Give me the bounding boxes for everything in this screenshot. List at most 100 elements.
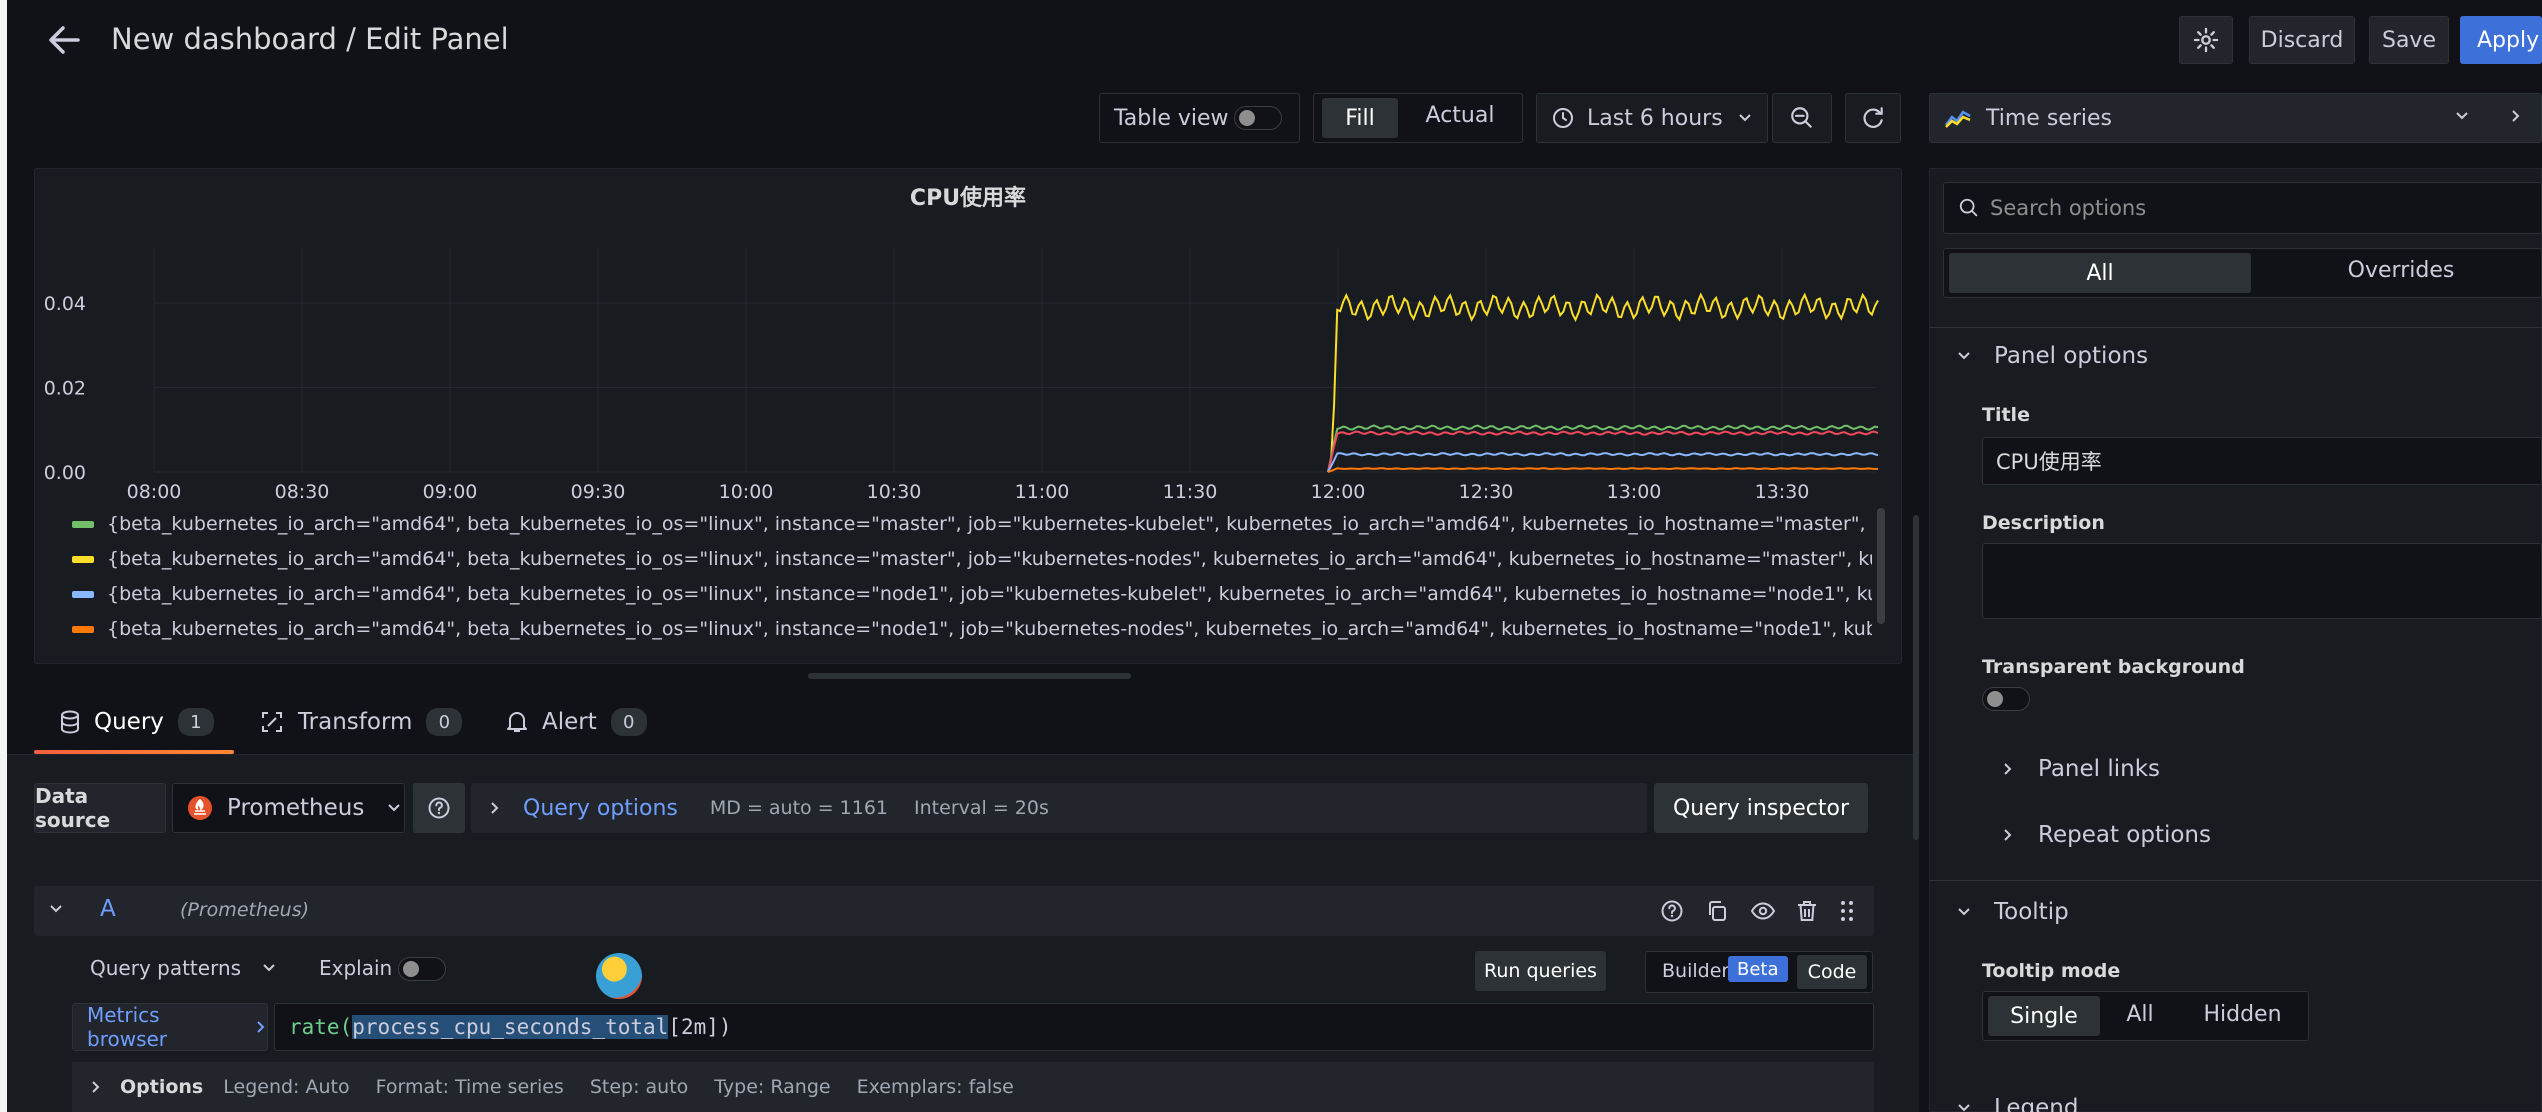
chevron-down-icon bbox=[1956, 906, 1972, 918]
builder-mode-button[interactable]: Builder bbox=[1662, 960, 1729, 982]
options-type: Type: Range bbox=[714, 1076, 831, 1098]
legend-label: {beta_kubernetes_io_arch="amd64", beta_k… bbox=[107, 548, 1872, 570]
code-mode-button[interactable]: Code bbox=[1797, 955, 1867, 989]
query-inspector-button[interactable]: Query inspector bbox=[1654, 783, 1868, 833]
chevron-right-icon bbox=[2002, 761, 2014, 777]
database-icon bbox=[60, 710, 80, 734]
y-tick-label: 0.04 bbox=[44, 293, 86, 315]
datasource-help-button[interactable] bbox=[413, 783, 465, 833]
explain-toggle[interactable] bbox=[398, 957, 446, 981]
legend-label: {beta_kubernetes_io_arch="amd64", beta_k… bbox=[107, 583, 1872, 605]
tooltip-single-button[interactable]: Single bbox=[1988, 996, 2100, 1036]
actual-button[interactable]: Actual bbox=[1410, 103, 1510, 133]
legend-item[interactable]: {beta_kubernetes_io_arch="amd64", beta_k… bbox=[72, 510, 1872, 538]
refresh-icon bbox=[1860, 105, 1886, 131]
chevron-down-icon bbox=[1956, 1102, 1972, 1112]
transparent-background-toggle[interactable] bbox=[1982, 687, 2030, 711]
legend-scrollbar[interactable] bbox=[1877, 508, 1885, 624]
chevron-right-icon[interactable] bbox=[2510, 108, 2522, 124]
settings-button[interactable] bbox=[2179, 16, 2233, 64]
tooltip-hidden-button[interactable]: Hidden bbox=[2185, 1002, 2300, 1027]
tab-transform-count: 0 bbox=[426, 708, 463, 736]
bell-icon bbox=[506, 710, 528, 734]
eye-icon[interactable] bbox=[1750, 899, 1776, 923]
query-ref-id[interactable]: A bbox=[100, 896, 116, 922]
legend-swatch bbox=[72, 520, 94, 528]
back-arrow-icon[interactable] bbox=[44, 20, 84, 60]
chevron-down-icon[interactable] bbox=[48, 903, 64, 915]
legend-item[interactable]: {beta_kubernetes_io_arch="amd64", beta_k… bbox=[72, 615, 1872, 643]
legend-item[interactable]: {beta_kubernetes_io_arch="amd64", beta_k… bbox=[72, 580, 1872, 608]
cursor-overlay-avatar bbox=[596, 953, 642, 999]
left-edge-strip bbox=[0, 0, 7, 1112]
title-input-value: CPU使用率 bbox=[1996, 450, 2102, 474]
trash-icon[interactable] bbox=[1796, 899, 1818, 923]
tab-transform[interactable]: Transform 0 bbox=[260, 708, 463, 736]
tab-alert-label: Alert bbox=[542, 709, 597, 735]
description-textarea[interactable] bbox=[1982, 543, 2542, 619]
tooltip-section[interactable]: Tooltip bbox=[1956, 899, 2069, 925]
tab-all[interactable]: All bbox=[1949, 253, 2251, 293]
time-range-picker[interactable]: Last 6 hours bbox=[1536, 93, 1768, 143]
chevron-down-icon bbox=[1956, 350, 1972, 362]
datasource-name: Prometheus bbox=[227, 795, 365, 821]
zoom-out-icon bbox=[1789, 105, 1815, 131]
repeat-options-label: Repeat options bbox=[2038, 822, 2211, 848]
y-tick-label: 0.02 bbox=[44, 377, 86, 399]
discard-button[interactable]: Discard bbox=[2249, 16, 2355, 64]
refresh-button[interactable] bbox=[1845, 93, 1901, 143]
save-button[interactable]: Save bbox=[2369, 16, 2449, 64]
tooltip-all-button[interactable]: All bbox=[2110, 1002, 2170, 1027]
series-line bbox=[1327, 430, 1879, 473]
legend-label: {beta_kubernetes_io_arch="amd64", beta_k… bbox=[107, 618, 1872, 640]
legend-item[interactable]: {beta_kubernetes_io_arch="amd64", beta_k… bbox=[72, 545, 1872, 573]
x-tick-label: 10:30 bbox=[867, 481, 922, 500]
apply-button[interactable]: Apply bbox=[2460, 16, 2542, 64]
expr-close: ) bbox=[718, 1015, 732, 1039]
panel-links-label: Panel links bbox=[2038, 756, 2161, 782]
time-series-icon bbox=[1944, 107, 1972, 129]
fill-button[interactable]: Fill bbox=[1322, 98, 1398, 138]
query-options-row[interactable]: Options Legend: Auto Format: Time series… bbox=[72, 1062, 1874, 1112]
datasource-label: Data source bbox=[34, 783, 166, 833]
zoom-out-button[interactable] bbox=[1772, 93, 1832, 143]
tab-query[interactable]: Query 1 bbox=[60, 708, 214, 736]
legend-section[interactable]: Legend bbox=[1956, 1095, 2079, 1112]
help-icon[interactable] bbox=[1660, 899, 1684, 923]
tab-overrides[interactable]: Overrides bbox=[2260, 258, 2542, 283]
repeat-options-section[interactable]: Repeat options bbox=[2002, 822, 2211, 848]
query-expression-input[interactable]: rate(process_cpu_seconds_total [2m]) bbox=[274, 1003, 1874, 1051]
help-icon bbox=[427, 796, 451, 820]
run-queries-button[interactable]: Run queries bbox=[1475, 951, 1606, 991]
tab-query-label: Query bbox=[94, 709, 164, 735]
tab-alert[interactable]: Alert 0 bbox=[506, 708, 647, 736]
series-line bbox=[1327, 292, 1879, 473]
panel-links-section[interactable]: Panel links bbox=[2002, 756, 2160, 782]
title-input[interactable]: CPU使用率 bbox=[1982, 437, 2542, 485]
query-options-bar[interactable]: Query options MD = auto = 1161 Interval … bbox=[471, 783, 1647, 833]
options-step: Step: auto bbox=[589, 1076, 689, 1098]
options-divider bbox=[1929, 327, 2542, 328]
tab-query-count: 1 bbox=[177, 708, 214, 736]
metrics-browser-button[interactable]: Metrics browser bbox=[72, 1003, 268, 1051]
chevron-down-icon bbox=[1737, 112, 1753, 124]
chevron-down-icon bbox=[261, 962, 277, 974]
metrics-browser-label: Metrics browser bbox=[87, 1003, 168, 1051]
legend-swatch bbox=[72, 590, 94, 598]
drag-handle-icon[interactable] bbox=[1838, 899, 1856, 923]
duplicate-icon[interactable] bbox=[1705, 899, 1729, 923]
options-exemplars: Exemplars: false bbox=[856, 1076, 1014, 1098]
transform-icon bbox=[260, 710, 284, 734]
title-field-label: Title bbox=[1982, 404, 2030, 426]
panel-options-section[interactable]: Panel options bbox=[1956, 343, 2148, 369]
legend-label: Legend bbox=[1994, 1095, 2079, 1112]
x-tick-label: 08:30 bbox=[275, 481, 330, 500]
datasource-picker[interactable]: Prometheus bbox=[172, 783, 405, 833]
pane-splitter[interactable] bbox=[1913, 515, 1919, 840]
panel-resize-handle[interactable] bbox=[808, 673, 1131, 679]
interval-text: Interval = 20s bbox=[914, 797, 1049, 819]
visualization-picker[interactable]: Time series bbox=[1929, 93, 2542, 143]
query-patterns-dropdown[interactable]: Query patterns bbox=[90, 956, 277, 980]
search-options-input[interactable]: Search options bbox=[1943, 182, 2542, 234]
table-view-toggle[interactable] bbox=[1234, 106, 1282, 130]
